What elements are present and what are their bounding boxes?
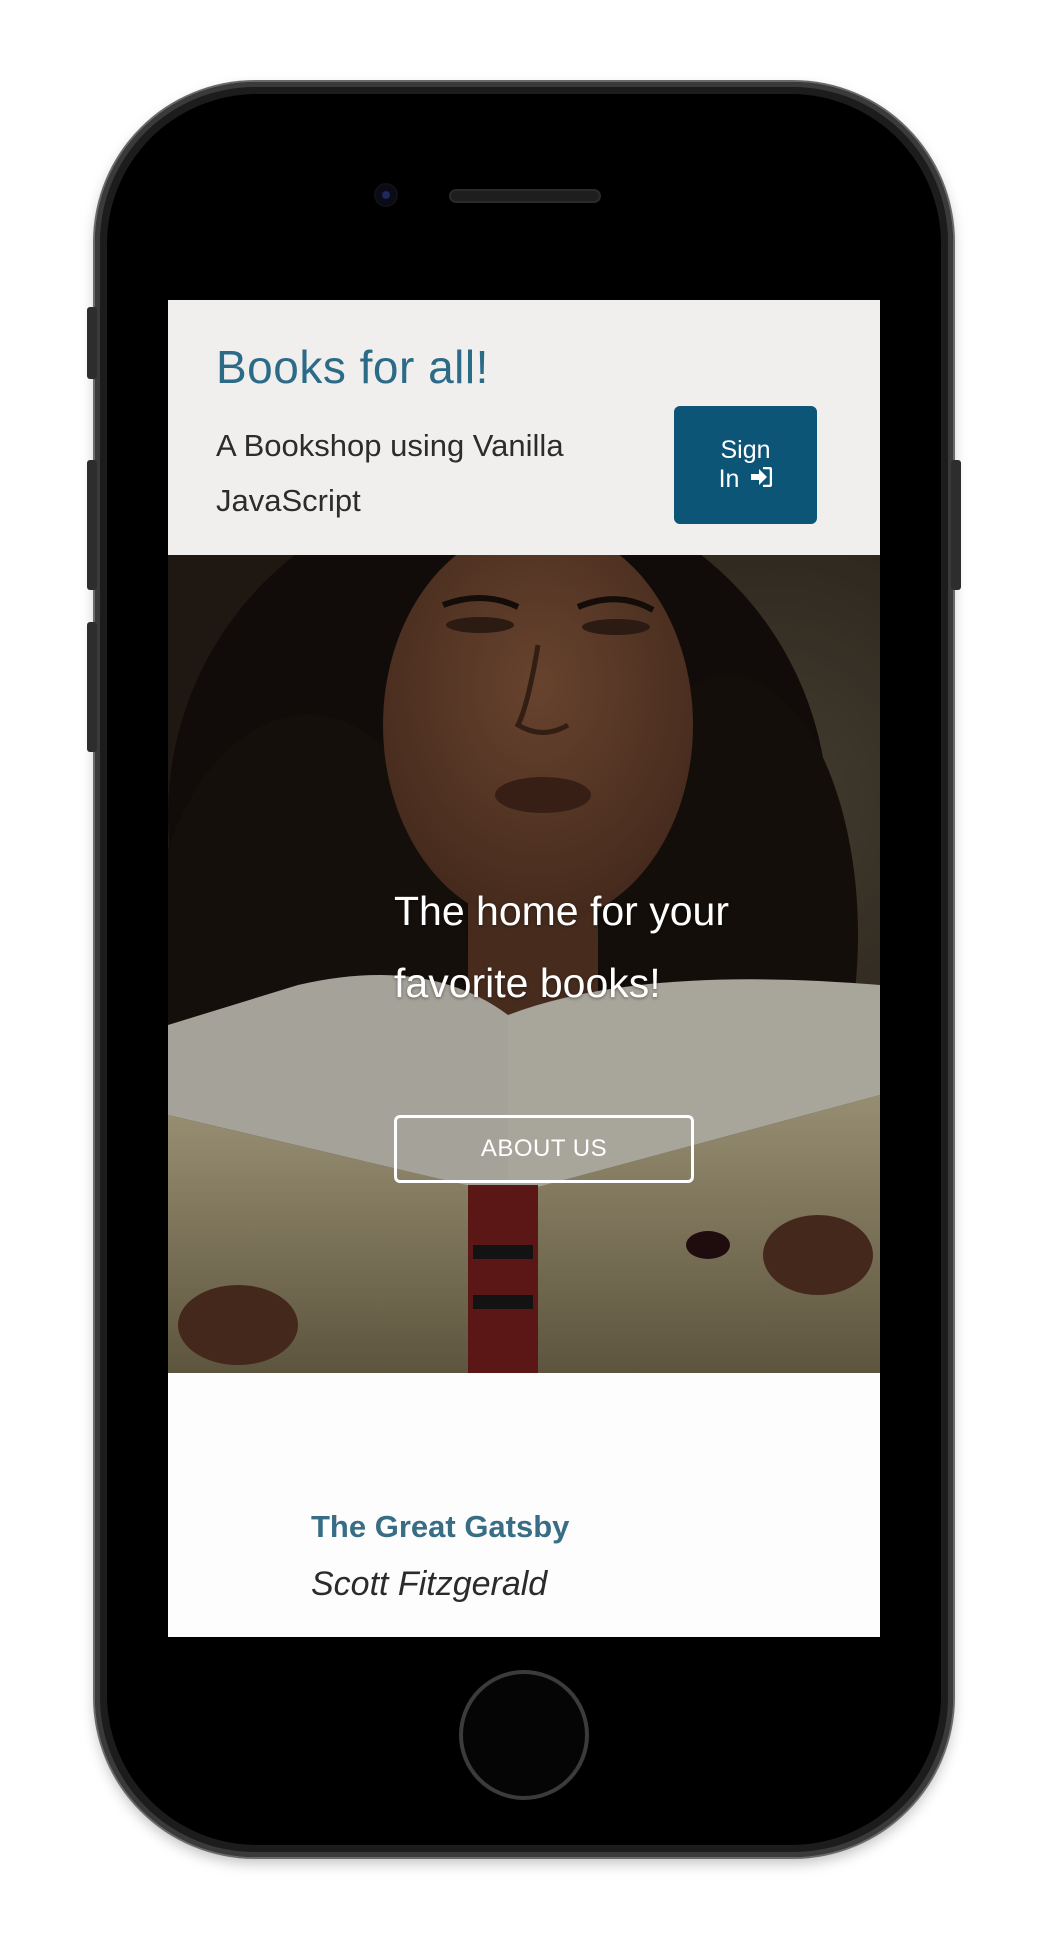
book-title[interactable]: The Great Gatsby [311,1509,569,1545]
volume-down-button [87,622,97,752]
screen-edge [880,300,900,1637]
mute-switch [87,307,97,379]
book-author: Scott Fitzgerald [311,1565,548,1603]
sign-in-label: Sign [720,436,771,464]
sign-in-button[interactable]: Sign In [674,406,817,524]
hero-banner: The home for your favorite books! ABOUT … [168,555,880,1373]
sign-in-arrow-icon [750,465,773,494]
device-mockup: Books for all! A Bookshop using Vanilla … [0,0,1050,1934]
front-camera-icon [376,185,396,205]
hero-heading: The home for your favorite books! [394,888,729,1006]
home-button [459,1670,589,1800]
site-header: Books for all! A Bookshop using Vanilla … [168,300,880,555]
about-us-button[interactable]: ABOUT US [394,1115,694,1183]
sign-in-label-2: In [718,465,740,493]
phone-screen: Books for all! A Bookshop using Vanilla … [152,300,900,1637]
power-button [951,460,961,590]
site-title: Books for all! [216,341,489,393]
volume-up-button [87,460,97,590]
web-page: Books for all! A Bookshop using Vanilla … [168,300,880,1637]
earpiece-speaker [451,191,599,201]
site-subtitle: A Bookshop using Vanilla JavaScript [216,428,564,518]
book-list: The Great Gatsby Scott Fitzgerald [168,1373,880,1637]
